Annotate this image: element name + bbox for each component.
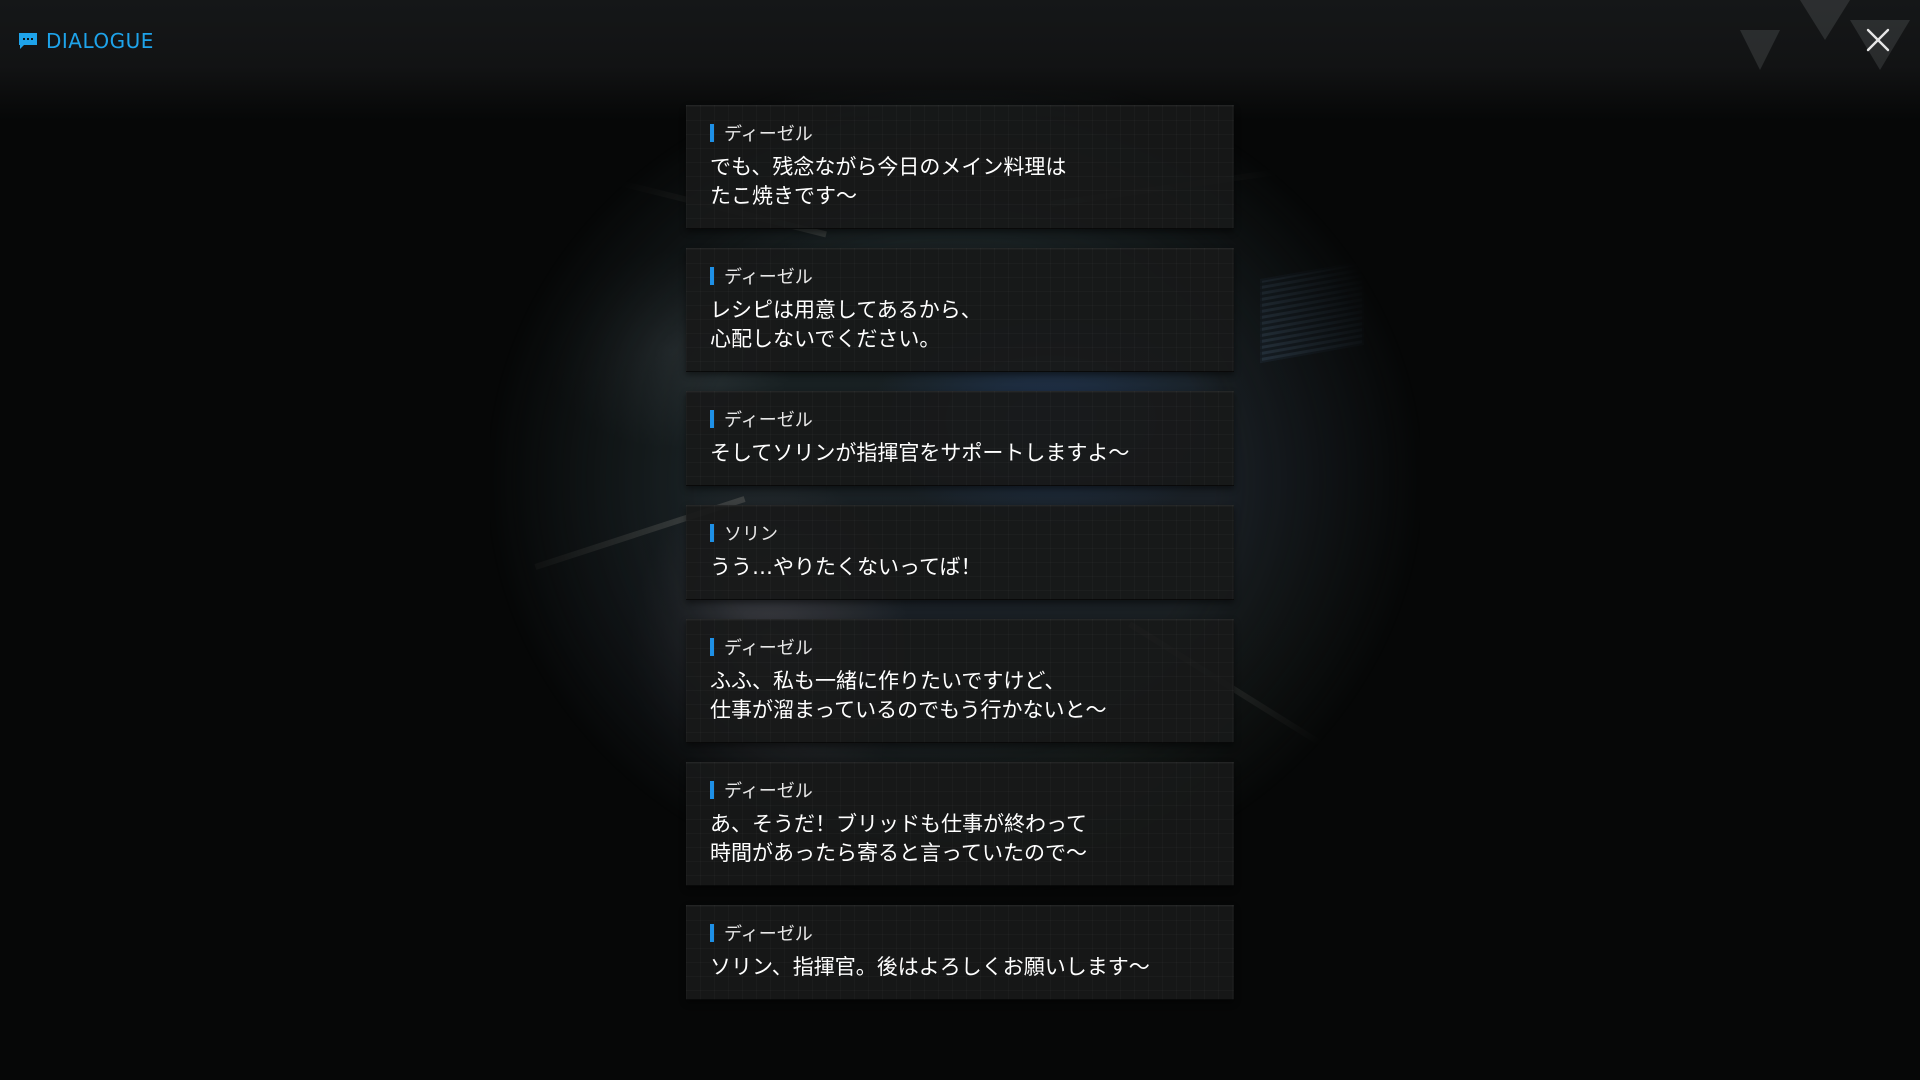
dialogue-entry: ディーゼル ソリン、指揮官。後はよろしくお願いします～ xyxy=(686,905,1234,1000)
speaker-name: ディーゼル xyxy=(724,638,813,659)
top-bar xyxy=(0,0,1920,120)
chat-bubble-icon xyxy=(18,32,38,50)
dialogue-entry: ディーゼル でも、残念ながら今日のメイン料理は たこ焼きです～ xyxy=(686,105,1234,229)
speaker-row: ディーゼル xyxy=(710,408,1212,431)
speaker-row: ディーゼル xyxy=(710,122,1212,145)
dialogue-entry: ソリン うう…やりたくないってば！ xyxy=(686,505,1234,600)
speaker-marker xyxy=(710,781,714,799)
dialogue-entry: ディーゼル そしてソリンが指揮官をサポートしますよ～ xyxy=(686,391,1234,486)
dialogue-entry: ディーゼル レシピは用意してあるから、 心配しないでください。 xyxy=(686,248,1234,372)
dialogue-text: レシピは用意してあるから、 心配しないでください。 xyxy=(710,298,982,351)
speaker-name: ディーゼル xyxy=(724,124,813,145)
speaker-row: ディーゼル xyxy=(710,779,1212,802)
screen-title-label: DIALOGUE xyxy=(46,29,154,53)
speaker-marker xyxy=(710,124,714,142)
speaker-marker xyxy=(710,924,714,942)
speaker-name: ソリン xyxy=(724,524,778,545)
speaker-name: ディーゼル xyxy=(724,410,813,431)
dialogue-text: でも、残念ながら今日のメイン料理は たこ焼きです～ xyxy=(710,155,1067,208)
speaker-marker xyxy=(710,638,714,656)
dialogue-entry: ディーゼル ふふ、私も一緒に作りたいですけど、 仕事が溜まっているのでもう行かな… xyxy=(686,619,1234,743)
dialogue-text: ふふ、私も一緒に作りたいですけど、 仕事が溜まっているのでもう行かないと～ xyxy=(710,669,1107,722)
speaker-row: ディーゼル xyxy=(710,636,1212,659)
speaker-marker xyxy=(710,267,714,285)
close-button[interactable] xyxy=(1862,24,1894,56)
speaker-marker xyxy=(710,524,714,542)
speaker-row: ディーゼル xyxy=(710,922,1212,945)
speaker-marker xyxy=(710,410,714,428)
speaker-row: ソリン xyxy=(710,522,1212,545)
screen-title: DIALOGUE xyxy=(18,28,154,54)
speaker-name: ディーゼル xyxy=(724,781,813,802)
dialogue-list[interactable]: ディーゼル でも、残念ながら今日のメイン料理は たこ焼きです～ ディーゼル レシ… xyxy=(686,105,1234,1019)
dialogue-log-screen: DIALOGUE ディーゼル でも、残念ながら今日のメイン料理は たこ焼きです～… xyxy=(0,0,1920,1080)
speaker-name: ディーゼル xyxy=(724,924,813,945)
dialogue-text: ソリン、指揮官。後はよろしくお願いします～ xyxy=(710,955,1150,979)
dialogue-text: あ、そうだ！ブリッドも仕事が終わって 時間があったら寄ると言っていたので～ xyxy=(710,812,1087,865)
speaker-row: ディーゼル xyxy=(710,265,1212,288)
speaker-name: ディーゼル xyxy=(724,267,813,288)
dialogue-entry: ディーゼル あ、そうだ！ブリッドも仕事が終わって 時間があったら寄ると言っていた… xyxy=(686,762,1234,886)
close-icon xyxy=(1866,28,1890,52)
dialogue-text: そしてソリンが指揮官をサポートしますよ～ xyxy=(710,441,1130,465)
dialogue-text: うう…やりたくないってば！ xyxy=(710,555,982,579)
